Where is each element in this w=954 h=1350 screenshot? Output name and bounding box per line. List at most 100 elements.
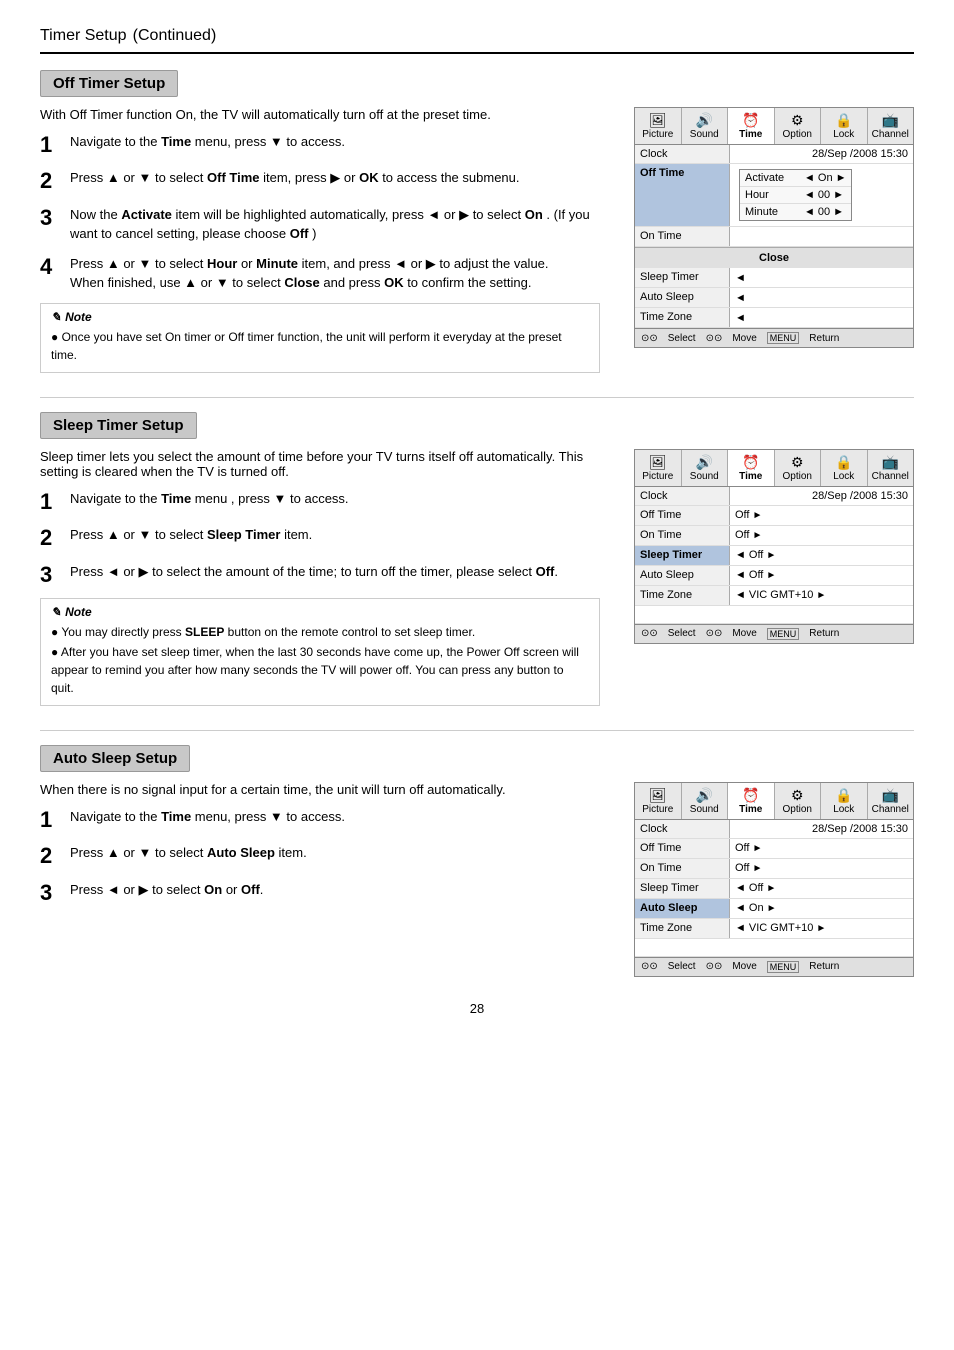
off-time-row: Off Time Off ► [635,839,913,859]
on-time-row: On Time Off ► [635,526,913,546]
off-timer-diagram: 🖼 Picture 🔊 Sound ⏰ Time ⚙ Option 🔒 [634,107,914,348]
note-content: ● You may directly press SLEEP button on… [51,623,589,697]
time-zone-row: Time Zone ◄ VIC GMT+10 ► [635,586,913,606]
off-time-value: Off ► [730,839,913,858]
lock-icon-cell: 🔒 Lock [821,450,868,486]
option-icon-cell: ⚙ Option [775,108,822,144]
lock-icon-cell: 🔒 Lock [821,108,868,144]
time-icon-cell: ⏰ Time [728,108,775,144]
off-timer-step-1: 1 Navigate to the Time menu, press ▼ to … [40,132,614,158]
step-text: Press ▲ or ▼ to select Sleep Timer item. [70,525,614,545]
time-label: Time [739,471,762,482]
menu-label: MENU [767,628,800,640]
sleep-timer-label: Sleep Timer [635,268,730,287]
time-label: Time [739,129,762,140]
sleep-timer-label: Sleep Timer [635,879,730,898]
picture-icon-cell: 🖼 Picture [635,783,682,819]
clock-row: Clock 28/Sep /2008 15:30 [635,820,913,839]
channel-label: Channel [872,471,909,482]
option-label: Option [783,129,812,140]
left-arr: ◄ [735,292,746,304]
clock-row: Clock 28/Sep /2008 15:30 [635,145,913,164]
hour-val: ◄ 00 ► [804,189,846,201]
off-time-label: Off Time [635,164,730,226]
picture-label: Picture [642,804,673,815]
channel-label: Channel [872,129,909,140]
sound-label: Sound [690,471,719,482]
time-zone-label: Time Zone [635,586,730,605]
clock-label: Clock [635,820,730,838]
tv-icon-bar: 🖼 Picture 🔊 Sound ⏰ Time ⚙ Option 🔒 [635,108,913,145]
clock-value: 28/Sep /2008 15:30 [730,487,913,505]
note-icon: ✎ [51,605,61,619]
time-icon-cell: ⏰ Time [728,450,775,486]
auto-sleep-step-2: 2 Press ▲ or ▼ to select Auto Sleep item… [40,843,614,869]
auto-sleep-diagram: 🖼 Picture 🔊 Sound ⏰ Time ⚙ Option 🔒 [634,782,914,977]
time-zone-row: Time Zone ◄ [635,308,913,328]
minute-label: Minute [745,206,800,218]
clock-label: Clock [635,487,730,505]
activate-left-arr: ◄ [804,172,815,184]
page-number: 28 [40,1001,914,1016]
off-timer-header: Off Timer Setup [40,70,178,97]
hour-left-arr: ◄ [804,189,815,201]
activate-label: Activate [745,172,800,184]
tv-icon-bar: 🖼 Picture 🔊 Sound ⏰ Time ⚙ Option 🔒 [635,783,913,820]
option-icon: ⚙ [777,454,819,471]
lock-label: Lock [833,471,854,482]
sleep-timer-value: ◄ [730,268,913,287]
on-time-value [730,227,913,246]
hour-row: Hour ◄ 00 ► [740,187,851,204]
option-label: Option [783,804,812,815]
off-timer-intro: With Off Timer function On, the TV will … [40,107,600,122]
step-num: 2 [40,168,70,194]
sound-label: Sound [690,129,719,140]
picture-icon-cell: 🖼 Picture [635,108,682,144]
picture-icon-cell: 🖼 Picture [635,450,682,486]
move-icon: ⊙⊙ [706,628,723,639]
auto-sleep-value: ◄ [730,288,913,307]
lock-icon-cell: 🔒 Lock [821,783,868,819]
on-time-value: Off ► [730,859,913,878]
menu-label: MENU [767,332,800,344]
sleep-timer-value: ◄ Off ► [730,879,913,898]
picture-icon: 🖼 [637,112,679,129]
option-icon: ⚙ [777,112,819,129]
step-num: 1 [40,489,70,515]
sound-label: Sound [690,804,719,815]
channel-label: Channel [872,804,909,815]
channel-icon: 📺 [870,454,912,471]
auto-sleep-label: Auto Sleep [635,288,730,307]
step-num: 3 [40,205,70,231]
sleep-timer-section: Sleep Timer Setup Sleep timer lets you s… [40,412,914,706]
on-time-label: On Time [635,227,730,246]
sleep-timer-step-3: 3 Press ◄ or ▶ to select the amount of t… [40,562,614,588]
option-icon-cell: ⚙ Option [775,783,822,819]
off-time-value: Off ► [730,506,913,525]
hour-right-arr: ► [833,189,844,201]
off-timer-step-3: 3 Now the Activate item will be highligh… [40,205,614,244]
off-timer-step-4: 4 Press ▲ or ▼ to select Hour or Minute … [40,254,614,293]
on-time-value: Off ► [730,526,913,545]
step-text: Press ▲ or ▼ to select Auto Sleep item. [70,843,614,863]
hour-value: 00 [818,189,830,201]
note-title: ✎ Note [51,310,589,324]
time-icon: ⏰ [730,454,772,471]
off-time-value: Activate ◄ On ► Hour ◄ 00 [730,164,913,226]
sleep-timer-diagram: 🖼 Picture 🔊 Sound ⏰ Time ⚙ Option 🔒 [634,449,914,644]
off-time-submenu: Activate ◄ On ► Hour ◄ 00 [739,169,852,221]
step-text: Press ▲ or ▼ to select Off Time item, pr… [70,168,614,188]
on-time-row: On Time [635,227,913,247]
time-zone-value: ◄ [730,308,913,327]
sleep-timer-row: Sleep Timer ◄ Off ► [635,546,913,566]
select-label: Select [668,628,696,639]
clock-label: Clock [635,145,730,163]
channel-icon-cell: 📺 Channel [868,450,914,486]
step-text: Navigate to the Time menu, press ▼ to ac… [70,132,614,152]
sleep-timer-header: Sleep Timer Setup [40,412,197,439]
return-label: Return [809,628,839,639]
time-icon: ⏰ [730,112,772,129]
select-icon: ⊙⊙ [641,961,658,972]
minute-row: Minute ◄ 00 ► [740,204,851,220]
time-zone-label: Time Zone [635,308,730,327]
